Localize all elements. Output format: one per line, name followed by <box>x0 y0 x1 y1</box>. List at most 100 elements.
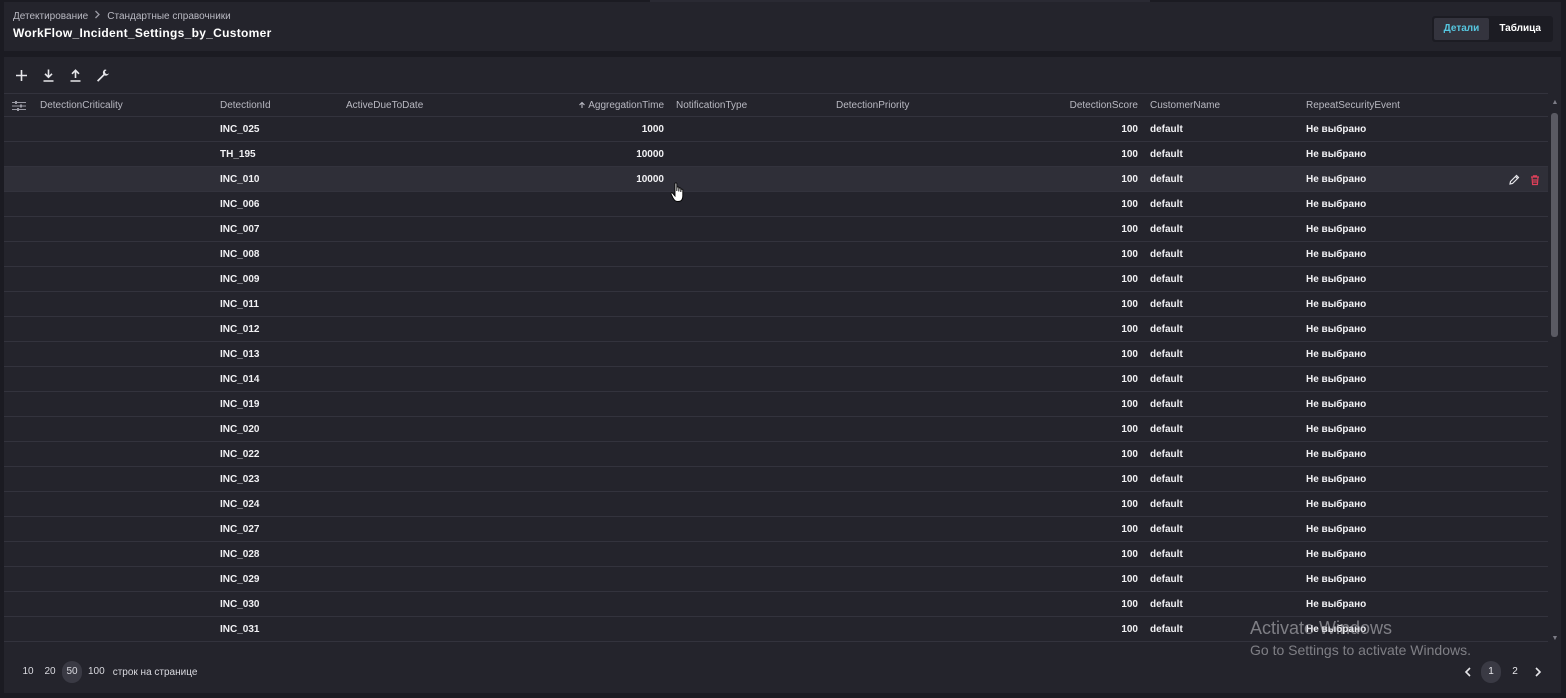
table-row[interactable]: INC_011 100 default Не выбрано <box>4 292 1548 317</box>
pagination: 12 <box>1459 661 1547 683</box>
cell-repeat-security-event: Не выбрано <box>1306 499 1367 510</box>
cell-detection-id: INC_020 <box>220 424 260 435</box>
cell-customer-name: default <box>1150 624 1183 635</box>
table-row[interactable]: INC_029 100 default Не выбрано <box>4 567 1548 592</box>
cell-repeat-security-event: Не выбрано <box>1306 399 1367 410</box>
table-row[interactable]: INC_030 100 default Не выбрано <box>4 592 1548 617</box>
page-number-button[interactable]: 1 <box>1481 661 1501 683</box>
sort-ascending-icon <box>579 101 586 108</box>
scroll-up-arrow-icon[interactable]: ▲ <box>1551 99 1559 107</box>
header-detection-id[interactable]: DetectionId <box>220 100 271 111</box>
add-button[interactable] <box>12 65 30 85</box>
header-aggregation-time[interactable]: AggregationTime <box>578 100 664 111</box>
header-customer-name[interactable]: CustomerName <box>1150 100 1220 111</box>
chevron-right-icon <box>94 10 101 22</box>
page-size-option[interactable]: 10 <box>18 661 38 683</box>
data-grid: DetectionCriticality DetectionId ActiveD… <box>4 93 1548 645</box>
cell-customer-name: default <box>1150 549 1183 560</box>
table-row[interactable]: INC_023 100 default Не выбрано <box>4 467 1548 492</box>
toolbar <box>12 65 111 85</box>
edit-row-button[interactable] <box>1507 173 1520 186</box>
breadcrumb-current[interactable]: Стандартные справочники <box>107 11 231 22</box>
cell-detection-id: INC_024 <box>220 499 260 510</box>
scroll-thumb[interactable] <box>1551 113 1558 337</box>
cell-detection-score: 100 <box>1121 324 1138 335</box>
cell-detection-id: INC_023 <box>220 474 260 485</box>
scroll-down-arrow-icon[interactable]: ▼ <box>1551 635 1559 643</box>
table-row[interactable]: TH_195 10000 100 default Не выбрано <box>4 142 1548 167</box>
table-panel: DetectionCriticality DetectionId ActiveD… <box>4 57 1561 693</box>
header-notification-type[interactable]: NotificationType <box>676 100 747 111</box>
cell-detection-id: INC_011 <box>220 299 259 310</box>
cell-repeat-security-event: Не выбрано <box>1306 349 1367 360</box>
table-row[interactable]: INC_031 100 default Не выбрано <box>4 617 1548 642</box>
add-icon <box>15 69 27 81</box>
cell-detection-id: INC_014 <box>220 374 260 385</box>
delete-row-button[interactable] <box>1528 173 1541 186</box>
download-button[interactable] <box>39 65 57 85</box>
cell-detection-score: 100 <box>1121 399 1138 410</box>
vertical-scrollbar[interactable]: ▲ ▼ <box>1549 93 1561 645</box>
cell-customer-name: default <box>1150 124 1183 135</box>
prev-page-button[interactable] <box>1459 661 1477 683</box>
cell-detection-score: 100 <box>1121 299 1138 310</box>
cell-aggregation-time: 1000 <box>641 124 664 135</box>
breadcrumb: Детектирование Стандартные справочники <box>13 10 231 22</box>
cell-detection-score: 100 <box>1121 499 1138 510</box>
page-size-option[interactable]: 20 <box>40 661 60 683</box>
page-number-button[interactable]: 2 <box>1505 661 1525 683</box>
cell-customer-name: default <box>1150 374 1183 385</box>
table-row[interactable]: INC_027 100 default Не выбрано <box>4 517 1548 542</box>
settings-button[interactable] <box>93 65 111 85</box>
table-row[interactable]: INC_019 100 default Не выбрано <box>4 392 1548 417</box>
table-row[interactable]: INC_014 100 default Не выбрано <box>4 367 1548 392</box>
cell-detection-id: INC_025 <box>220 124 260 135</box>
cell-detection-id: INC_008 <box>220 249 260 260</box>
cell-detection-score: 100 <box>1121 224 1138 235</box>
cell-detection-id: INC_006 <box>220 199 260 210</box>
table-row[interactable]: INC_020 100 default Не выбрано <box>4 417 1548 442</box>
header-detection-score[interactable]: DetectionScore <box>1070 100 1138 111</box>
cell-detection-id: INC_010 <box>220 174 260 185</box>
table-row[interactable]: INC_022 100 default Не выбрано <box>4 442 1548 467</box>
cell-repeat-security-event: Не выбрано <box>1306 224 1367 235</box>
table-row[interactable]: INC_009 100 default Не выбрано <box>4 267 1548 292</box>
column-settings-icon[interactable] <box>12 100 26 112</box>
table-row[interactable]: INC_007 100 default Не выбрано <box>4 217 1548 242</box>
next-page-button[interactable] <box>1529 661 1547 683</box>
cell-customer-name: default <box>1150 149 1183 160</box>
details-view-button[interactable]: Детали <box>1433 18 1490 40</box>
header-active-due-to-date[interactable]: ActiveDueToDate <box>346 100 423 111</box>
cell-repeat-security-event: Не выбрано <box>1306 299 1367 310</box>
table-row[interactable]: INC_012 100 default Не выбрано <box>4 317 1548 342</box>
table-row[interactable]: INC_025 1000 100 default Не выбрано <box>4 117 1548 142</box>
header-detection-priority[interactable]: DetectionPriority <box>836 100 909 111</box>
cell-detection-score: 100 <box>1121 349 1138 360</box>
header-repeat-security-event[interactable]: RepeatSecurityEvent <box>1306 100 1400 111</box>
cell-customer-name: default <box>1150 449 1183 460</box>
cell-detection-id: INC_019 <box>220 399 260 410</box>
cell-detection-score: 100 <box>1121 124 1138 135</box>
upload-button[interactable] <box>66 65 84 85</box>
breadcrumb-parent[interactable]: Детектирование <box>13 11 88 22</box>
grid-body: INC_025 1000 100 default Не выбрано TH_195 100… <box>4 117 1548 642</box>
cell-repeat-security-event: Не выбрано <box>1306 124 1367 135</box>
table-row[interactable]: INC_028 100 default Не выбрано <box>4 542 1548 567</box>
cell-customer-name: default <box>1150 174 1183 185</box>
view-toggle: Детали Таблица <box>1431 16 1553 42</box>
header-detection-criticality[interactable]: DetectionCriticality <box>40 100 123 111</box>
cell-detection-score: 100 <box>1121 524 1138 535</box>
table-row[interactable]: INC_006 100 default Не выбрано <box>4 192 1548 217</box>
table-row[interactable]: INC_024 100 default Не выбрано <box>4 492 1548 517</box>
table-row[interactable]: INC_013 100 default Не выбрано <box>4 342 1548 367</box>
cell-detection-score: 100 <box>1121 149 1138 160</box>
cell-repeat-security-event: Не выбрано <box>1306 199 1367 210</box>
cell-repeat-security-event: Не выбрано <box>1306 374 1367 385</box>
page-size-option[interactable]: 100 <box>84 661 109 683</box>
table-row[interactable]: INC_008 100 default Не выбрано <box>4 242 1548 267</box>
cell-customer-name: default <box>1150 574 1183 585</box>
cell-customer-name: default <box>1150 474 1183 485</box>
table-view-button[interactable]: Таблица <box>1489 18 1551 40</box>
table-row[interactable]: INC_010 10000 100 default Не выбрано <box>4 167 1548 192</box>
page-size-option[interactable]: 50 <box>62 661 82 683</box>
